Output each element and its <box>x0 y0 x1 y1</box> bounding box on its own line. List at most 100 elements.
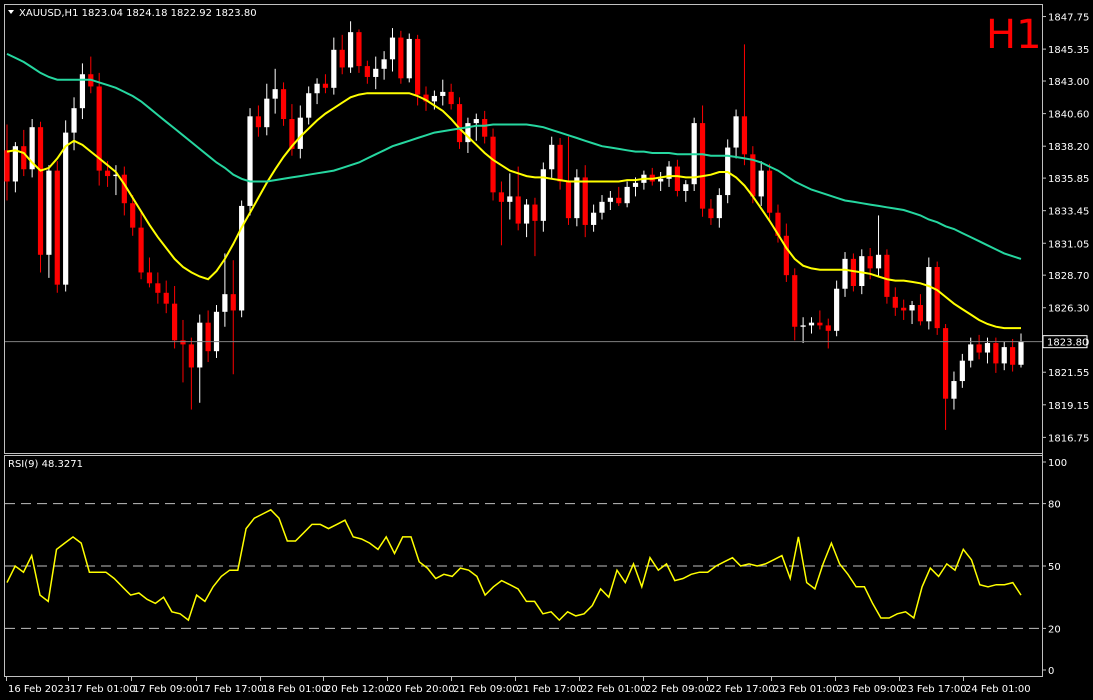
candle-body <box>993 343 999 364</box>
price-tick-label: 1845.35 <box>1048 45 1089 56</box>
candle-body <box>255 116 262 128</box>
time-tick-label: 21 Feb 09:00 <box>453 684 519 695</box>
chart-menu-triangle-icon[interactable] <box>8 10 14 14</box>
candle-body <box>172 303 178 341</box>
candle <box>892 287 898 316</box>
candle-body <box>1010 347 1016 365</box>
price-tick-label: 1847.75 <box>1048 13 1089 24</box>
candle <box>498 181 505 246</box>
candle-body <box>549 144 555 170</box>
candle-body <box>968 344 974 361</box>
time-tick-label: 17 Feb 01:00 <box>70 684 136 695</box>
candle-body <box>792 275 798 327</box>
fast-moving-average-line <box>6 92 1021 330</box>
candle-body <box>934 267 940 329</box>
candle <box>716 188 722 228</box>
candle-body <box>616 197 622 204</box>
candle <box>29 119 35 178</box>
candle <box>339 34 345 75</box>
candle-body <box>976 344 982 353</box>
candle-body <box>347 32 354 68</box>
candle <box>540 162 546 232</box>
time-tick-label: 21 Feb 17:00 <box>517 684 583 695</box>
time-tick-label: 17 Feb 17:00 <box>198 684 264 695</box>
candle <box>875 215 882 277</box>
candle <box>733 109 739 159</box>
candle-body <box>515 196 521 224</box>
candle <box>322 74 329 94</box>
candle-body <box>415 38 421 95</box>
candle <box>347 21 354 73</box>
candle-body <box>884 254 890 297</box>
candle <box>272 68 278 114</box>
candle-body <box>917 305 924 322</box>
candle-body <box>582 177 588 225</box>
candle-body <box>37 127 44 255</box>
candle-body <box>205 322 211 352</box>
candle-body <box>674 166 681 191</box>
candle-body <box>783 235 789 276</box>
time-tick-label: 22 Feb 01:00 <box>581 684 647 695</box>
candle-body <box>448 91 454 105</box>
candle <box>842 252 848 297</box>
candle <box>54 161 60 293</box>
candle-body <box>842 258 848 289</box>
candle-body <box>951 381 957 399</box>
candle <box>255 105 262 137</box>
candle <box>850 253 856 292</box>
candle <box>959 353 965 388</box>
candle <box>599 195 605 220</box>
candle <box>758 161 764 206</box>
candle-body <box>716 195 722 219</box>
candle-body <box>314 83 320 94</box>
candle <box>699 105 706 217</box>
candle <box>205 310 211 363</box>
candle <box>222 253 228 327</box>
trading-chart[interactable]: 1847.75 1845.35 1843.00 1840.60 1838.20 1835.… <box>0 0 1093 700</box>
candle-body <box>624 186 630 204</box>
candle-body <box>683 184 689 191</box>
candle-body <box>21 146 27 170</box>
candle-body <box>272 89 278 99</box>
time-tick-label: 23 Feb 01:00 <box>773 684 839 695</box>
candle <box>306 86 312 125</box>
price-tick-label: 1835.85 <box>1048 174 1089 185</box>
candle <box>934 261 940 335</box>
price-tick-label: 1843.00 <box>1048 77 1089 88</box>
price-tick-label: 1821.55 <box>1048 368 1089 379</box>
candle-body <box>1001 347 1007 364</box>
candle-body <box>197 322 203 368</box>
candle <box>532 197 538 257</box>
candle <box>230 260 236 375</box>
candle <box>364 60 370 84</box>
candle-body <box>766 170 773 213</box>
candle <box>607 190 613 210</box>
candle-body <box>389 37 396 60</box>
candle <box>951 371 957 410</box>
candle-body <box>557 144 563 182</box>
candle-body <box>163 292 169 304</box>
candle-body <box>356 32 362 67</box>
candle-body <box>632 182 639 187</box>
candle-body <box>456 104 463 143</box>
candle-body <box>699 123 706 209</box>
rsi-tick-label: 50 <box>1048 562 1061 573</box>
rsi-line <box>6 508 1022 622</box>
candle-body <box>230 294 236 311</box>
time-tick-label: 23 Feb 17:00 <box>901 684 967 695</box>
candle-body <box>942 328 949 399</box>
candle-body <box>339 49 345 68</box>
candle <box>649 167 655 186</box>
candle-body <box>331 49 337 88</box>
candle <box>297 105 303 159</box>
candle <box>138 211 144 280</box>
candle <box>155 272 161 304</box>
rsi-tick-label: 0 <box>1048 666 1054 677</box>
candle-body <box>364 66 370 77</box>
candle <box>96 72 102 186</box>
candle <box>641 170 647 190</box>
candle-body <box>104 170 111 177</box>
price-tick-label: 1826.30 <box>1048 304 1089 315</box>
rsi-tick-label: 20 <box>1048 624 1061 635</box>
candle-body <box>926 267 932 322</box>
